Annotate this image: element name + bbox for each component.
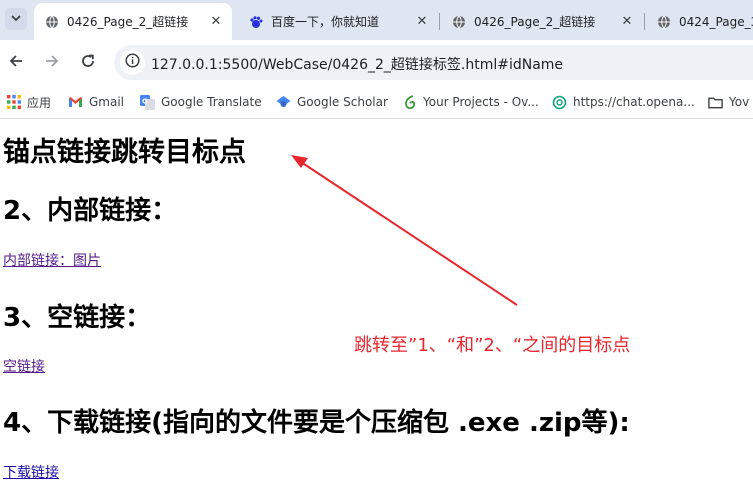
tab-0424-page-3[interactable]: 0424_Page_3_ bbox=[646, 3, 753, 40]
internal-link-image[interactable]: 内部链接：图片 bbox=[3, 250, 101, 270]
download-link[interactable]: 下载链接 bbox=[3, 462, 59, 482]
arrow-left-icon bbox=[8, 53, 24, 73]
tab-strip: 0426_Page_2_超链接 ✕ 百度一下，你就知道 ✕ 0426_Page_… bbox=[0, 0, 753, 40]
globe-icon bbox=[451, 14, 466, 29]
section-heading-internal-link: 2、内部链接： bbox=[3, 196, 178, 226]
tab-title: 0426_Page_2_超链接 bbox=[67, 15, 189, 29]
tab-0426-page-2[interactable]: 0426_Page_2_超链接 ✕ bbox=[441, 3, 643, 40]
site-info-button[interactable] bbox=[120, 50, 145, 75]
tab-title: 0426_Page_2_超链接 bbox=[474, 15, 596, 29]
back-button[interactable] bbox=[4, 51, 28, 75]
tab-0426-page-2-active[interactable]: 0426_Page_2_超链接 ✕ bbox=[34, 3, 232, 40]
overleaf-icon bbox=[402, 94, 417, 110]
apps-grid-icon bbox=[6, 95, 21, 110]
bookmark-label: Google Translate bbox=[161, 95, 262, 109]
bookmark-chat-openai[interactable]: https://chat.opena... bbox=[552, 93, 695, 111]
browser-toolbar: 127.0.0.1:5500/WebCase/0426_2_超链接标签.html… bbox=[0, 40, 753, 85]
chevron-down-icon bbox=[11, 14, 21, 25]
empty-link[interactable]: 空链接 bbox=[3, 356, 45, 376]
info-icon bbox=[125, 53, 140, 72]
tab-search-button[interactable] bbox=[5, 8, 27, 30]
tab-title: 0424_Page_3_ bbox=[679, 14, 753, 29]
bookmark-gmail[interactable]: Gmail bbox=[68, 93, 124, 111]
annotation-text: 跳转至”1、“和”2、“之间的目标点 bbox=[354, 335, 631, 356]
reload-button[interactable] bbox=[76, 51, 100, 75]
tab-separator bbox=[439, 13, 440, 30]
section-heading-download-link: 4、下载链接(指向的文件要是个压缩包 .exe .zip等): bbox=[3, 408, 630, 438]
bookmark-label: Gmail bbox=[89, 95, 125, 109]
close-icon[interactable]: ✕ bbox=[208, 14, 224, 29]
bookmark-google-scholar[interactable]: Google Scholar bbox=[276, 93, 388, 111]
globe-icon bbox=[44, 14, 59, 29]
baidu-paw-icon bbox=[248, 14, 263, 29]
close-icon[interactable]: ✕ bbox=[414, 14, 430, 29]
bookmark-google-translate[interactable]: G Google Translate bbox=[140, 93, 262, 111]
reload-icon bbox=[80, 53, 96, 73]
bookmark-overleaf[interactable]: Your Projects - Ov... bbox=[402, 93, 539, 111]
anchor-target-heading: 锚点链接跳转目标点 bbox=[3, 137, 246, 168]
bookmark-label: Your Projects - Ov... bbox=[423, 95, 539, 109]
bookmark-label: Google Scholar bbox=[297, 95, 388, 109]
svg-text:G: G bbox=[142, 97, 148, 105]
openai-icon bbox=[552, 95, 567, 110]
bookmark-label: Yov bbox=[729, 95, 750, 109]
globe-icon bbox=[656, 14, 671, 29]
tab-baidu[interactable]: 百度一下，你就知道 ✕ bbox=[238, 3, 438, 40]
google-translate-icon: G bbox=[140, 94, 155, 110]
bookmarks-bar: 应用 Gmail G Google Translate Google Schol… bbox=[0, 85, 753, 119]
url-text[interactable]: 127.0.0.1:5500/WebCase/0426_2_超链接标签.html… bbox=[151, 54, 563, 74]
bookmark-folder[interactable]: Yov bbox=[708, 93, 749, 111]
address-bar[interactable]: 127.0.0.1:5500/WebCase/0426_2_超链接标签.html… bbox=[114, 45, 753, 80]
close-icon[interactable]: ✕ bbox=[619, 14, 635, 29]
google-scholar-icon bbox=[276, 95, 291, 110]
bookmark-label: https://chat.opena... bbox=[573, 95, 695, 109]
tab-title: 百度一下，你就知道 bbox=[271, 15, 380, 29]
forward-button[interactable] bbox=[40, 51, 64, 75]
gmail-icon bbox=[68, 95, 83, 110]
bookmark-apps[interactable]: 应用 bbox=[6, 93, 51, 111]
folder-icon bbox=[708, 95, 723, 110]
section-heading-empty-link: 3、空链接： bbox=[3, 303, 152, 333]
tab-separator bbox=[644, 13, 645, 30]
arrow-right-icon bbox=[44, 53, 60, 73]
bookmark-label: 应用 bbox=[27, 95, 52, 110]
